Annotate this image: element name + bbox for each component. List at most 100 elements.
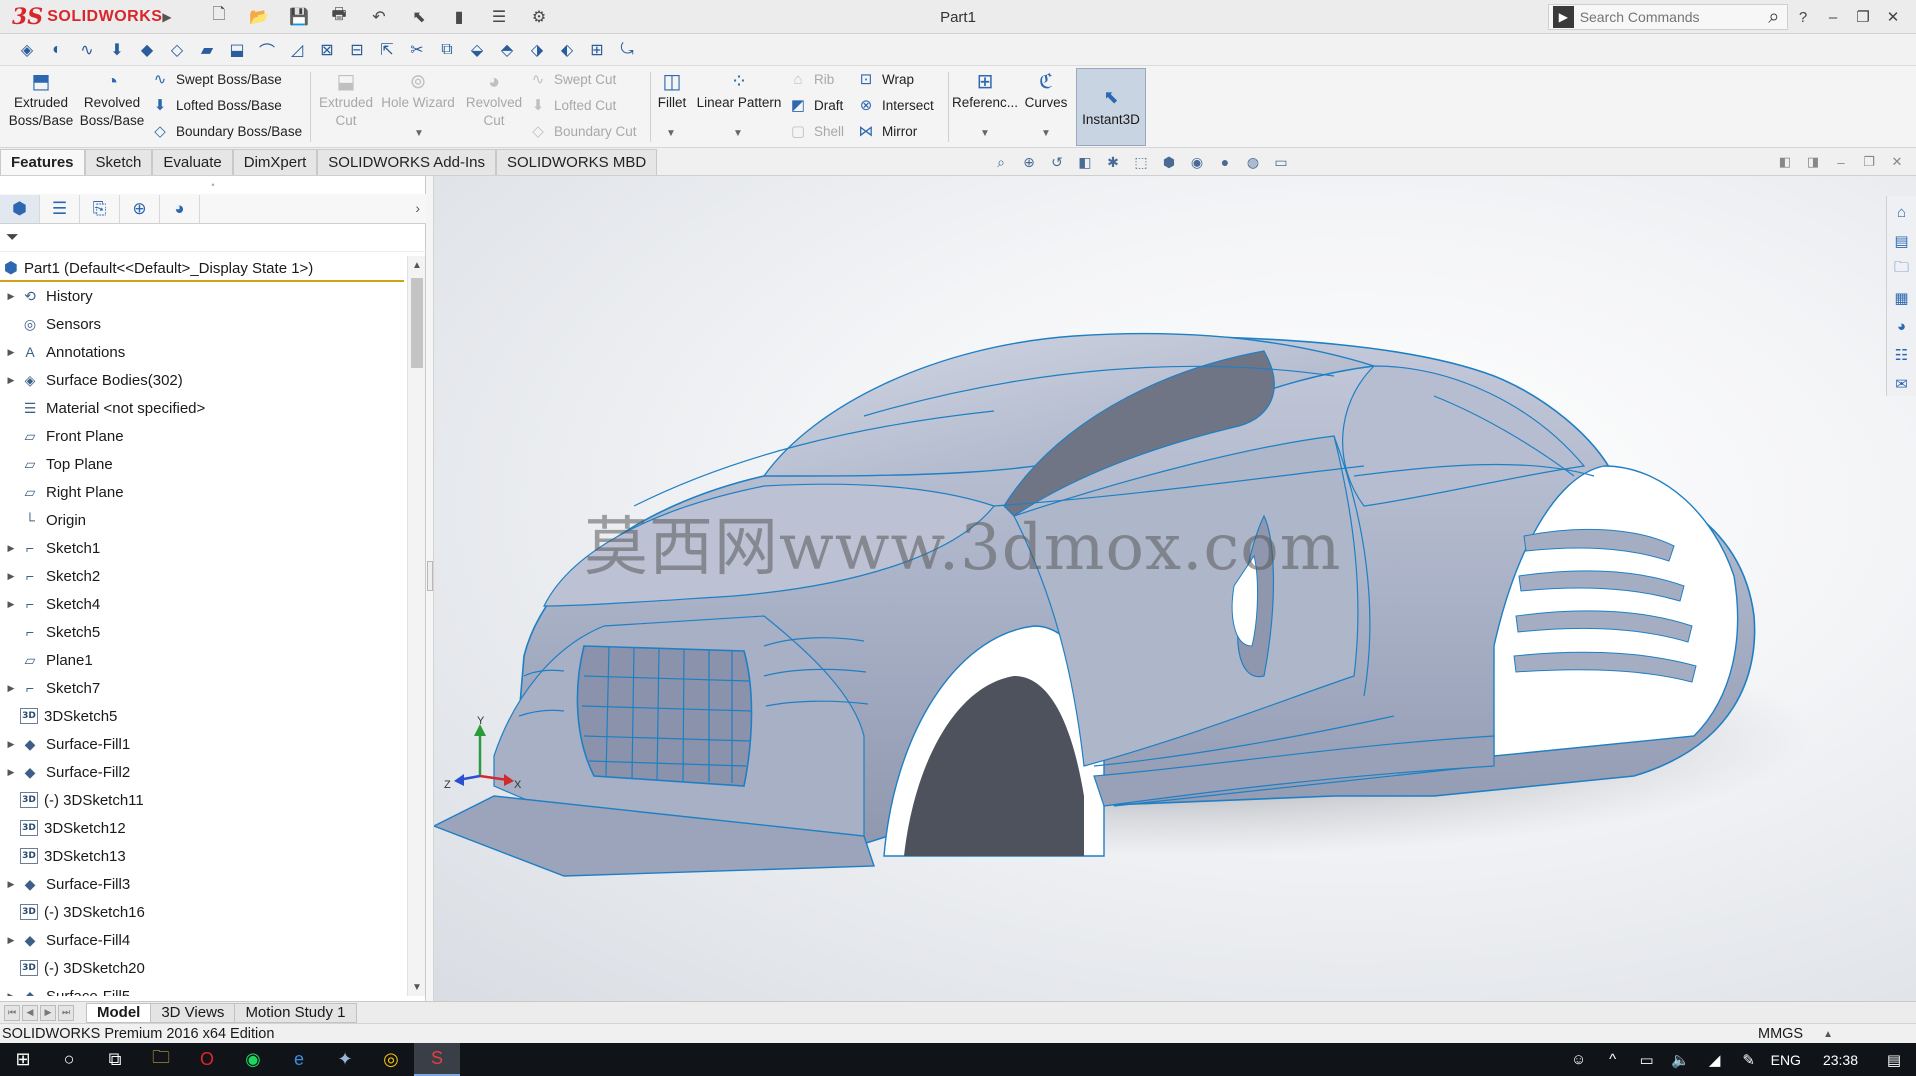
shell-button[interactable]: ▢ Shell	[788, 120, 844, 142]
tree-item[interactable]: ◎ Sensors	[0, 310, 406, 338]
untrim-surface-icon[interactable]: ⧉	[434, 37, 460, 63]
expand-arrow-icon[interactable]: ▶	[2, 982, 20, 997]
lofted-surface-icon[interactable]: ⬇	[104, 37, 130, 63]
action-center-icon[interactable]: ▤	[1882, 1048, 1906, 1072]
tree-item[interactable]: 3D 3DSketch12	[0, 814, 406, 842]
tree-item[interactable]: ▶ ⌐ Sketch4	[0, 590, 406, 618]
chrome-icon[interactable]: ◎	[368, 1043, 414, 1076]
section-view-icon[interactable]: ◧	[1074, 151, 1096, 173]
propertymanager-tab-icon[interactable]: ☰	[40, 194, 80, 223]
car-surface-model[interactable]	[434, 176, 1884, 1001]
featuremanager-tree-tab-icon[interactable]: ⬢	[0, 194, 40, 223]
tab-features[interactable]: Features	[0, 149, 85, 175]
expand-arrow-icon[interactable]: ▶	[2, 926, 20, 954]
minimize-icon[interactable]: –	[1820, 4, 1846, 30]
tree-item[interactable]: 3D 3DSketch13	[0, 842, 406, 870]
expand-arrow-icon[interactable]: ▶	[2, 730, 20, 758]
tree-item[interactable]: 3D (-) 3DSketch11	[0, 786, 406, 814]
new-document-icon[interactable]: 🗋	[204, 5, 234, 29]
apply-scene-icon[interactable]: ◍	[1242, 151, 1264, 173]
tile-left-icon[interactable]: ◧	[1776, 153, 1794, 171]
reference-dropdown-icon[interactable]: ▼	[980, 128, 990, 139]
options-gear-icon[interactable]: ⚙	[524, 5, 554, 29]
instant3d-button[interactable]: ⬉ Instant3D	[1076, 68, 1146, 146]
previous-tab-icon[interactable]: ◀	[22, 1004, 38, 1021]
boundary-boss-button[interactable]: ◇ Boundary Boss/Base	[150, 120, 302, 142]
scroll-thumb[interactable]	[411, 278, 423, 368]
rebuild-icon[interactable]: ▮	[444, 5, 474, 29]
revolved-boss-button[interactable]: ◔ Revolved Boss/Base	[78, 70, 146, 130]
tree-item[interactable]: ▶ ◆ Surface-Fill4	[0, 926, 406, 954]
wrap-button[interactable]: ⊡ Wrap	[856, 68, 914, 90]
zoom-to-area-icon[interactable]: ⊕	[1018, 151, 1040, 173]
pen-ink-icon[interactable]: ✎	[1737, 1048, 1761, 1072]
tree-scrollbar[interactable]: ▲ ▼	[407, 256, 425, 996]
surface-flatten-icon[interactable]: ◿	[284, 37, 310, 63]
windows-start-icon[interactable]: ⊞	[0, 1043, 46, 1076]
spotify-icon[interactable]: ◉	[230, 1043, 276, 1076]
search-icon[interactable]: ⌕	[1761, 6, 1787, 29]
tree-item[interactable]: ▶ ◆ Surface-Fill5	[0, 982, 406, 997]
edge-icon[interactable]: e	[276, 1043, 322, 1076]
tab-solidworks-add-ins[interactable]: SOLIDWORKS Add-Ins	[317, 149, 496, 175]
lofted-boss-button[interactable]: ⬇ Lofted Boss/Base	[150, 94, 282, 116]
scroll-down-icon[interactable]: ▼	[408, 978, 426, 996]
delete-face-icon[interactable]: ⊠	[314, 37, 340, 63]
tree-item[interactable]: ▶ ◆ Surface-Fill1	[0, 730, 406, 758]
mirror-button[interactable]: ⋈ Mirror	[856, 120, 918, 142]
previous-view-icon[interactable]: ↺	[1046, 151, 1068, 173]
select-pointer-icon[interactable]: ⬉	[404, 5, 434, 29]
clock-time[interactable]: 23:38	[1823, 1052, 1858, 1068]
tile-right-icon[interactable]: ◨	[1804, 153, 1822, 171]
file-explorer-icon[interactable]: 🗀	[1891, 257, 1913, 282]
configurationmanager-tab-icon[interactable]: ⎘	[80, 194, 120, 223]
view-settings-icon[interactable]: ▭	[1270, 151, 1292, 173]
intersect-button[interactable]: ⊗ Intersect	[856, 94, 934, 116]
menu-flyout-arrow-icon[interactable]: ▶	[160, 0, 174, 34]
search-commands[interactable]: ▶ ⌕	[1548, 4, 1788, 30]
tree-item[interactable]: ▶ ◆ Surface-Fill3	[0, 870, 406, 898]
tree-item[interactable]: ☰ Material <not specified>	[0, 394, 406, 422]
bottom-tab-3d-views[interactable]: 3D Views	[150, 1002, 236, 1023]
extruded-cut-button[interactable]: ⬓ Extruded Cut	[314, 70, 378, 130]
print-icon[interactable]: 🖶	[324, 5, 354, 29]
tree-item[interactable]: ▶ ⌐ Sketch1	[0, 534, 406, 562]
solidworks-forum-icon[interactable]: ✉	[1891, 372, 1913, 397]
tree-item[interactable]: └ Origin	[0, 506, 406, 534]
doc-restore-icon[interactable]: ❐	[1860, 153, 1878, 171]
expand-arrow-icon[interactable]: ▶	[2, 562, 20, 590]
dimxpertmanager-tab-icon[interactable]: ⊕	[120, 194, 160, 223]
restore-icon[interactable]: ❐	[1850, 4, 1876, 30]
ruled-surface-icon[interactable]: ⌒	[254, 37, 280, 63]
revolved-cut-button[interactable]: ◕ Revolved Cut	[460, 70, 528, 130]
appearances-scenes-icon[interactable]: ◕	[1891, 315, 1913, 340]
command-search-icon[interactable]: ▶	[1553, 6, 1574, 28]
swept-boss-button[interactable]: ∿ Swept Boss/Base	[150, 68, 282, 90]
extruded-boss-button[interactable]: ⬒ Extruded Boss/Base	[6, 70, 76, 130]
tab-evaluate[interactable]: Evaluate	[152, 149, 233, 175]
tab-sketch[interactable]: Sketch	[84, 149, 153, 175]
tree-root-part[interactable]: ⬢ Part1 (Default<<Default>_Display State…	[0, 256, 404, 282]
reference-geometry-button[interactable]: ⊞ Referenc...	[952, 70, 1018, 112]
tree-item[interactable]: ▶ A Annotations	[0, 338, 406, 366]
help-icon[interactable]: ?	[1790, 4, 1816, 30]
tree-item[interactable]: 3D (-) 3DSketch16	[0, 898, 406, 926]
rib-button[interactable]: ⌂ Rib	[788, 68, 834, 90]
draft-button[interactable]: ◩ Draft	[788, 94, 843, 116]
boundary-cut-button[interactable]: ◇ Boundary Cut	[528, 120, 636, 142]
network-icon[interactable]: ◢	[1703, 1048, 1727, 1072]
file-properties-icon[interactable]: ☰	[484, 5, 514, 29]
view-orientation-icon[interactable]: ⬚	[1130, 151, 1152, 173]
curves-dropdown-icon[interactable]: ▼	[1041, 128, 1051, 139]
expand-arrow-icon[interactable]: ▶	[2, 338, 20, 366]
battery-icon[interactable]: ▭	[1635, 1048, 1659, 1072]
expand-arrow-icon[interactable]: ▶	[2, 758, 20, 786]
tree-item[interactable]: 3D 3DSketch5	[0, 702, 406, 730]
undo-icon[interactable]: ↶	[364, 5, 394, 29]
save-icon[interactable]: 💾	[284, 5, 314, 29]
solidworks-logo[interactable]: 3S SOLIDWORKS	[0, 0, 162, 34]
custom-properties-icon[interactable]: ☷	[1891, 343, 1913, 368]
offset-surface-icon[interactable]: ⬓	[224, 37, 250, 63]
expand-arrow-icon[interactable]: ▶	[2, 590, 20, 618]
extend-surface-icon[interactable]: ⇱	[374, 37, 400, 63]
